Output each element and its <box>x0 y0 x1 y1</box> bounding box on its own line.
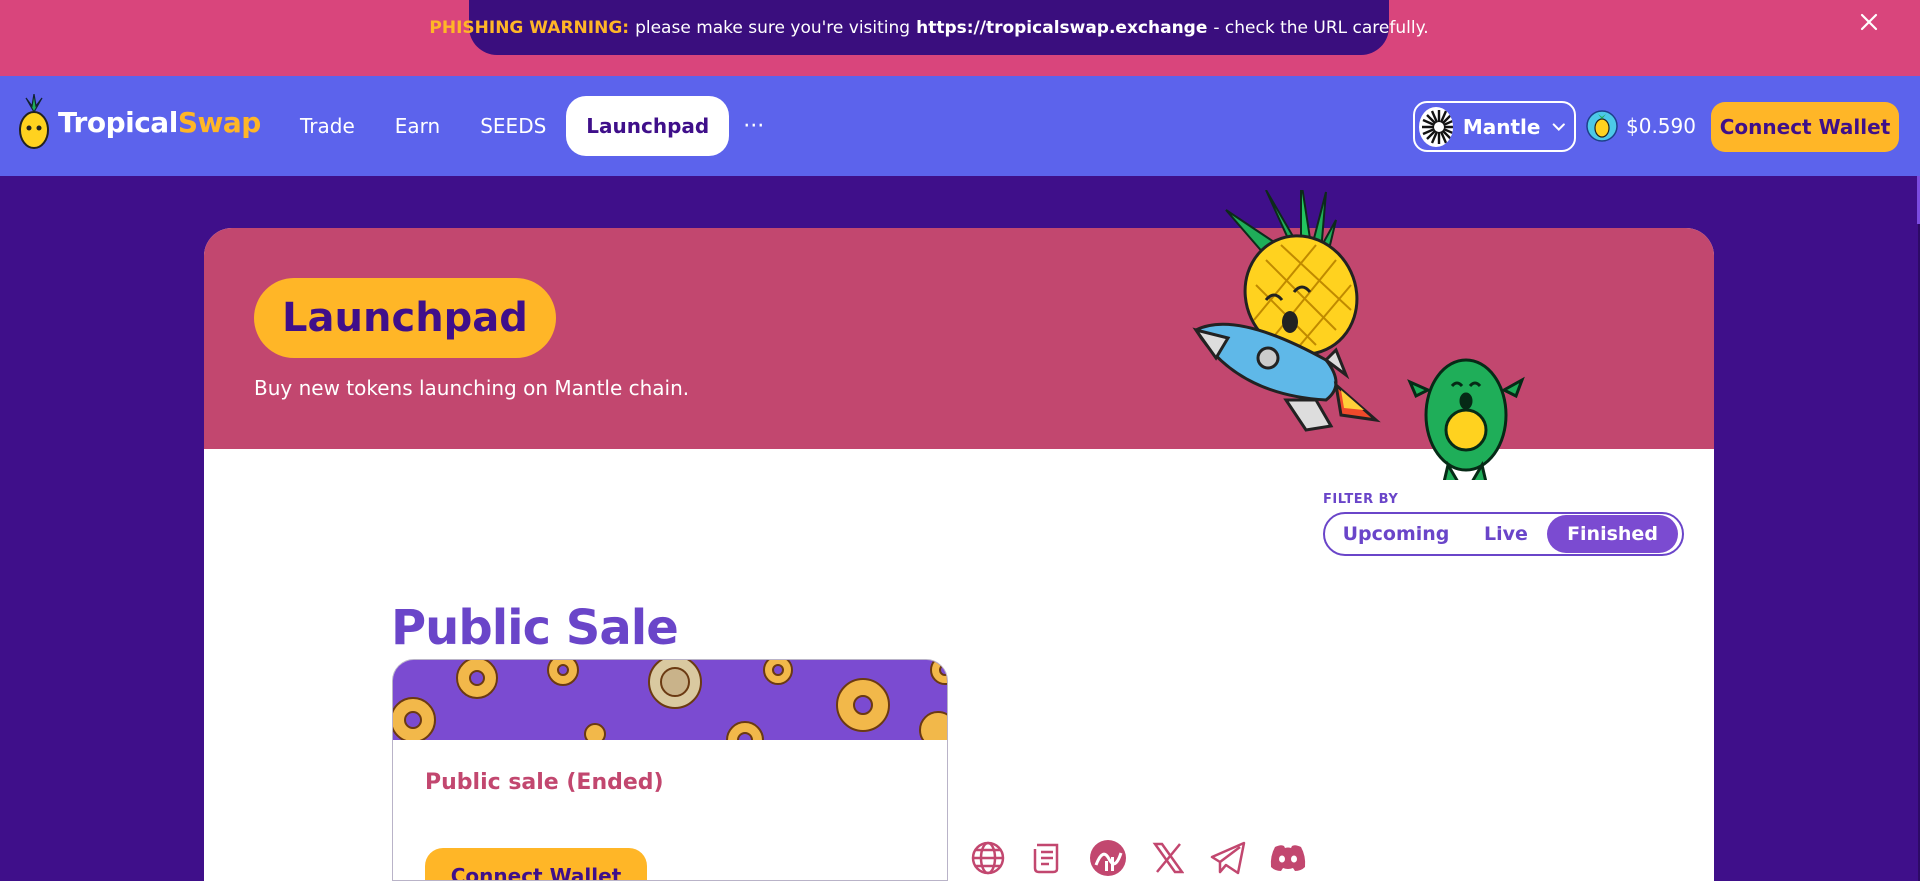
phishing-warning: PHISHING WARNING: please make sure you'r… <box>429 0 1429 55</box>
page-title: Launchpad <box>254 278 556 358</box>
document-icon[interactable] <box>1028 838 1068 878</box>
filter-finished[interactable]: Finished <box>1547 515 1678 553</box>
logo-text: TropicalSwap <box>58 105 261 139</box>
nav-item-seeds[interactable]: SEEDS <box>460 96 566 156</box>
filter-upcoming[interactable]: Upcoming <box>1327 515 1465 553</box>
mascot-illustration <box>1192 190 1525 480</box>
nav-item-earn[interactable]: Earn <box>375 96 460 156</box>
navbar: TropicalSwap Trade Earn SEEDS Launchpad … <box>0 76 1920 176</box>
main-nav: Trade Earn SEEDS Launchpad ··· <box>280 96 778 156</box>
connect-wallet-button[interactable]: Connect Wallet <box>1711 102 1899 152</box>
sale-status: Public sale (Ended) <box>425 770 664 795</box>
section-title: Public Sale <box>391 600 679 656</box>
sale-connect-wallet-button[interactable]: Connect Wallet <box>425 848 647 880</box>
sale-card-banner <box>393 660 947 740</box>
phishing-warning-url: https://tropicalswap.exchange <box>916 17 1208 38</box>
logo[interactable]: TropicalSwap <box>18 92 261 152</box>
chart-icon[interactable] <box>1088 838 1128 878</box>
close-icon[interactable] <box>1857 8 1881 36</box>
token-price: $0.590 <box>1586 108 1696 144</box>
public-sale-card: Public sale (Ended) Connect Wallet <box>392 659 948 881</box>
filter-live[interactable]: Live <box>1465 515 1547 553</box>
globe-icon[interactable] <box>968 838 1008 878</box>
chain-label: Mantle <box>1462 114 1541 139</box>
phishing-warning-label: PHISHING WARNING: <box>429 17 630 38</box>
nav-item-trade[interactable]: Trade <box>280 96 375 156</box>
page-subtitle: Buy new tokens launching on Mantle chain… <box>254 376 690 400</box>
avocado-mascot <box>1407 358 1525 480</box>
mantle-chain-icon <box>1419 106 1453 147</box>
filter-label: FILTER BY <box>1323 492 1399 507</box>
rocket <box>1192 322 1381 432</box>
token-price-value: $0.590 <box>1626 114 1696 138</box>
discord-icon[interactable] <box>1268 838 1308 878</box>
phishing-warning-text-after: - check the URL carefully. <box>1213 17 1429 38</box>
chain-selector[interactable]: Mantle <box>1413 101 1576 152</box>
pineapple-logo-icon <box>19 94 49 149</box>
nav-item-launchpad[interactable]: Launchpad <box>566 96 730 156</box>
phishing-warning-text: please make sure you're visiting <box>635 17 911 38</box>
token-coin-icon <box>1586 110 1618 142</box>
x-icon[interactable] <box>1148 838 1188 878</box>
telegram-icon[interactable] <box>1208 838 1248 878</box>
status-filter: Upcoming Live Finished <box>1323 512 1684 556</box>
social-links <box>968 838 1328 878</box>
more-menu-button[interactable]: ··· <box>729 96 778 156</box>
chevron-down-icon <box>1553 122 1566 131</box>
